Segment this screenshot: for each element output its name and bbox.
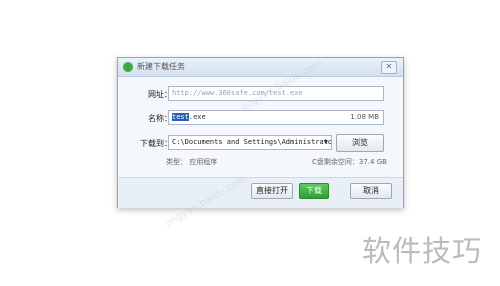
file-type: 类型： 应用程序 xyxy=(166,158,218,166)
close-button[interactable]: ✕ xyxy=(381,61,397,74)
open-directly-button[interactable]: 直接打开 xyxy=(251,183,293,199)
watermark-text: 软件技巧 xyxy=(362,234,483,268)
new-download-dialog: 新建下载任务 ✕ 网址： http://www.360safe.com/test… xyxy=(117,57,404,208)
dialog-footer: 直接打开 下载 取消 xyxy=(118,177,403,208)
save-to-label: 下载到： xyxy=(140,139,172,148)
browse-button[interactable]: 浏览 xyxy=(336,134,384,152)
free-space: C盘剩余空间：37.4 GB xyxy=(312,158,387,166)
cancel-button[interactable]: 取消 xyxy=(350,183,392,199)
dialog-title: 新建下载任务 xyxy=(137,62,185,71)
name-selected-text: test xyxy=(172,113,189,121)
app-logo-icon xyxy=(123,62,133,72)
save-path-select[interactable]: C:\Documents and Settings\Administrator\… xyxy=(168,135,332,150)
name-extension: .exe xyxy=(188,113,206,121)
name-label: 名称： xyxy=(148,114,172,123)
dialog-titlebar[interactable]: 新建下载任务 ✕ xyxy=(118,58,403,77)
save-path-value: C:\Documents and Settings\Administrator\ xyxy=(172,138,332,146)
chevron-down-icon[interactable]: ▼ xyxy=(324,136,328,149)
file-size: 1.08 MB xyxy=(350,113,379,121)
download-button[interactable]: 下载 xyxy=(299,183,329,199)
url-label: 网址： xyxy=(148,90,172,99)
name-input[interactable]: test.exe 1.08 MB xyxy=(168,110,384,125)
